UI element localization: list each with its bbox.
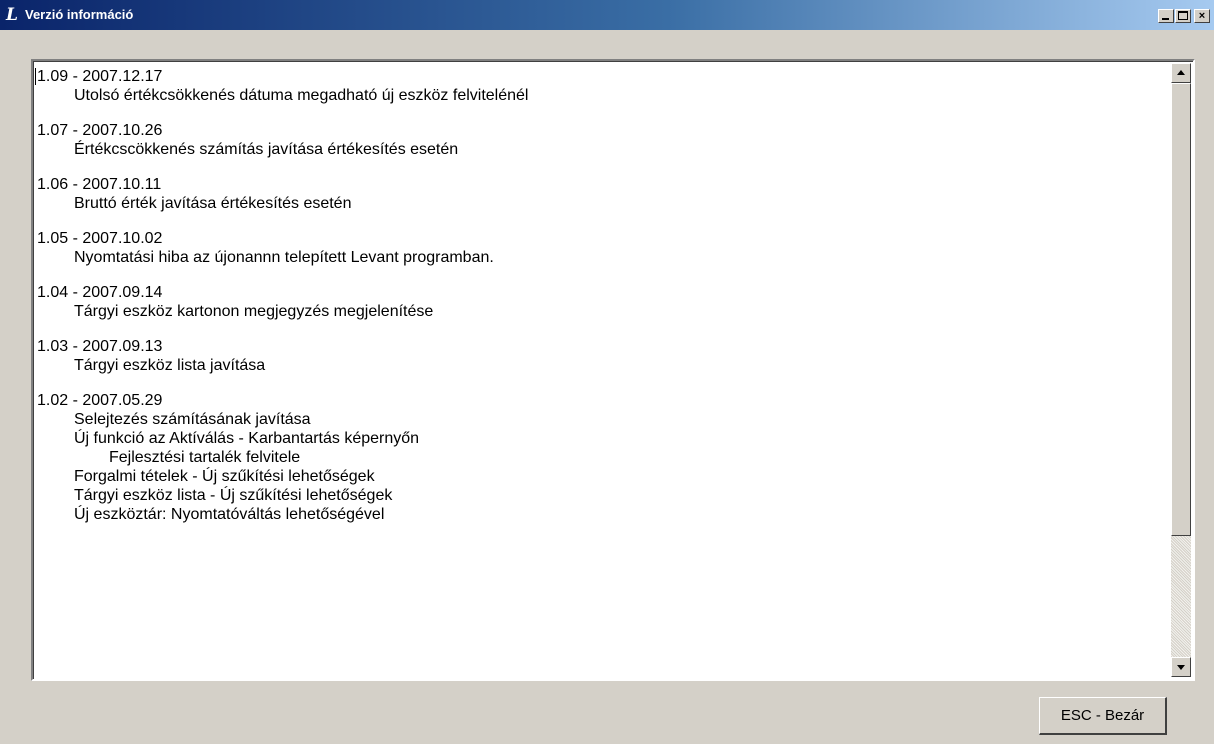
changelog-entry: 1.05 - 2007.10.02 Nyomtatási hiba az újon…: [37, 229, 1167, 267]
close-icon: ×: [1198, 10, 1206, 22]
scrollbar-thumb[interactable]: [1171, 83, 1191, 536]
scroll-up-button[interactable]: [1171, 63, 1191, 83]
maximize-button[interactable]: [1175, 9, 1191, 23]
version-heading: 1.05 - 2007.10.02: [37, 230, 163, 247]
version-heading: 1.06 - 2007.10.11: [37, 176, 162, 193]
changelog-item: Utolsó értékcsökkenés dátuma megadható ú…: [74, 87, 529, 104]
changelog-entry: 1.03 - 2007.09.13 Tárgyi eszköz lista jav…: [37, 337, 1167, 375]
version-heading: 1.04 - 2007.09.14: [37, 284, 163, 301]
scroll-down-button[interactable]: [1171, 657, 1191, 677]
vertical-scrollbar[interactable]: [1171, 63, 1191, 677]
changelog-entry: 1.06 - 2007.10.11 Bruttó érték javítása é…: [37, 175, 1167, 213]
changelog-item: Forgalmi tételek - Új szűkítési lehetősé…: [74, 468, 375, 485]
title-bar[interactable]: L Verzió információ ×: [0, 0, 1214, 30]
changelog-item: Fejlesztési tartalék felvitele: [109, 449, 301, 466]
maximize-icon: [1178, 11, 1188, 20]
changelog-item: Bruttó érték javítása értékesítés esetén: [74, 195, 352, 212]
changelog-entry: 1.02 - 2007.05.29 Selejtezés számításának…: [37, 391, 1167, 524]
app-logo-icon: L: [6, 5, 18, 25]
changelog-item: Selejtezés számításának javítása: [74, 411, 311, 428]
arrow-down-icon: [1177, 665, 1185, 670]
changelog-entry: 1.07 - 2007.10.26 Értékcscökkenés számítá…: [37, 121, 1167, 159]
version-heading: 1.09 - 2007.12.17: [37, 68, 163, 85]
version-heading: 1.02 - 2007.05.29: [37, 392, 163, 409]
changelog-item: Új funkció az Aktíválás - Karbantartás k…: [74, 430, 420, 447]
window-title: Verzió információ: [25, 7, 134, 22]
changelog-item: Tárgyi eszköz lista javítása: [74, 357, 266, 374]
changelog-entry: 1.09 - 2007.12.17 Utolsó értékcsökkenés d…: [37, 67, 1167, 105]
changelog-item: Új eszköztár: Nyomtatóváltás lehetőségév…: [74, 506, 385, 523]
changelog-content: 1.09 - 2007.12.17 Utolsó értékcsökkenés d…: [37, 67, 1167, 540]
version-info-textarea[interactable]: 1.09 - 2007.12.17 Utolsó értékcsökkenés d…: [31, 59, 1195, 681]
version-heading: 1.03 - 2007.09.13: [37, 338, 163, 355]
arrow-up-icon: [1177, 70, 1185, 75]
changelog-item: Tárgyi eszköz lista - Új szűkítési lehet…: [74, 487, 393, 504]
esc-close-button[interactable]: ESC - Bezár: [1039, 697, 1167, 735]
close-window-button[interactable]: ×: [1194, 9, 1210, 23]
version-heading: 1.07 - 2007.10.26: [37, 122, 163, 139]
text-cursor: [35, 68, 36, 85]
changelog-item: Nyomtatási hiba az újonannn telepített L…: [74, 249, 494, 266]
changelog-item: Értékcscökkenés számítás javítása értéke…: [74, 141, 459, 158]
minimize-button[interactable]: [1158, 9, 1174, 23]
changelog-entry: 1.04 - 2007.09.14 Tárgyi eszköz kartonon …: [37, 283, 1167, 321]
minimize-icon: [1162, 18, 1169, 20]
changelog-item: Tárgyi eszköz kartonon megjegyzés megjel…: [74, 303, 434, 320]
